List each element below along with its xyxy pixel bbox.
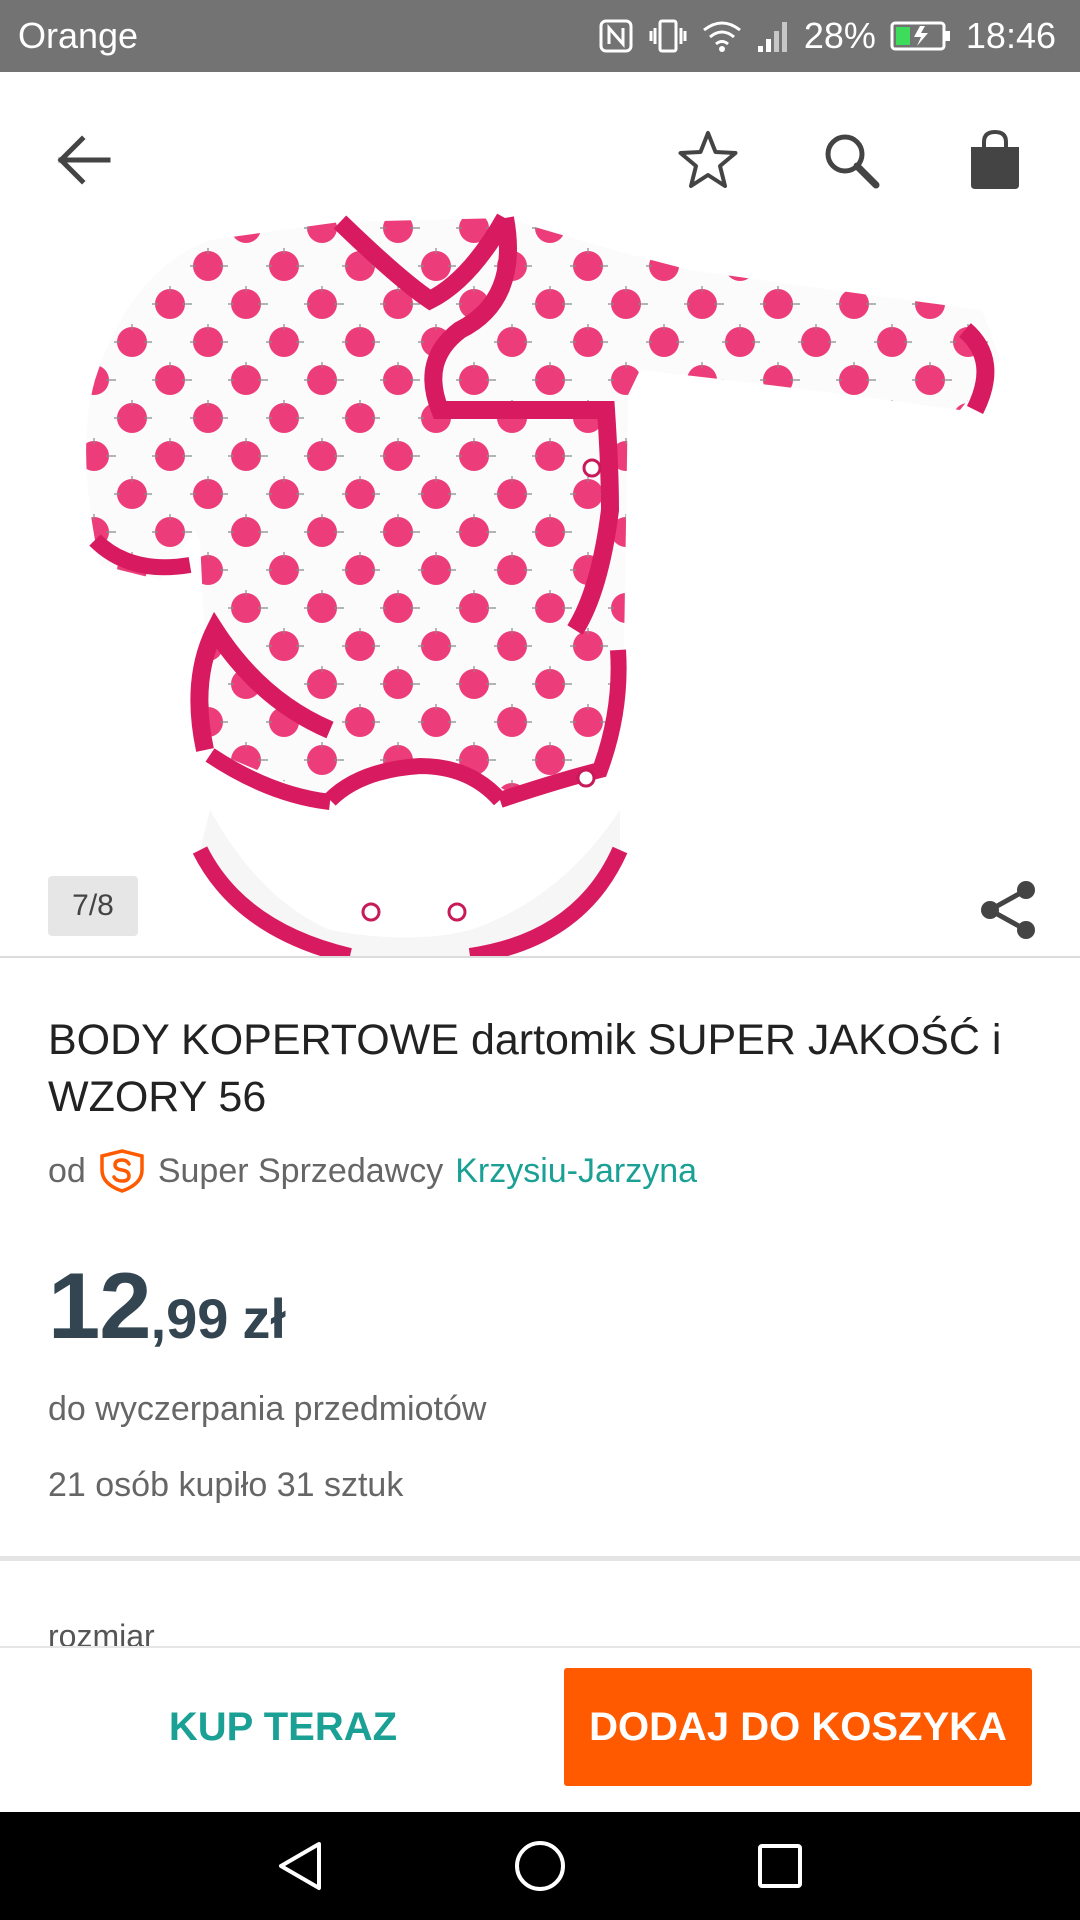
price-currency: zł [242, 1287, 286, 1350]
seller-name-link[interactable]: Krzysiu-Jarzyna [455, 1152, 697, 1191]
wifi-icon [702, 18, 742, 54]
sold-count-text: 21 osób kupiło 31 sztuk [48, 1466, 404, 1504]
bottom-action-bar: KUP TERAZ DODAJ DO KOSZYKA [0, 1646, 1080, 1812]
super-seller-badge-icon [98, 1148, 146, 1194]
size-label: rozmiar [48, 1618, 155, 1646]
star-icon[interactable] [668, 120, 748, 200]
nav-back-icon[interactable] [268, 1834, 332, 1898]
nav-recents-icon[interactable] [748, 1834, 812, 1898]
price-integer: 12 [48, 1253, 152, 1358]
status-icons: 28% 18:46 [598, 15, 1056, 57]
nfc-icon [598, 18, 634, 54]
add-to-cart-button[interactable]: DODAJ DO KOSZYKA [564, 1668, 1032, 1786]
seller-prefix: od [48, 1151, 86, 1190]
back-arrow-icon[interactable] [44, 120, 124, 200]
share-icon[interactable] [976, 878, 1040, 942]
nav-home-icon[interactable] [508, 1834, 572, 1898]
seller-row: od Super Sprzedawcy Krzysiu-Jarzyna [48, 1146, 697, 1196]
gallery-counter: 7/8 [48, 876, 138, 936]
status-bar: Orange 28% 18:46 [0, 0, 1080, 72]
shopping-bag-icon[interactable] [955, 120, 1035, 200]
section-divider [0, 1556, 1080, 1561]
search-icon[interactable] [811, 120, 891, 200]
clock: 18:46 [965, 15, 1056, 56]
vibrate-icon [648, 18, 688, 54]
price: 12 ,99 zł [48, 1252, 286, 1360]
carrier-name: Orange [18, 15, 139, 56]
product-image[interactable] [0, 210, 1080, 956]
price-decimal: ,99 [150, 1287, 229, 1350]
availability-text: do wyczerpania przedmiotów [48, 1390, 487, 1428]
product-title: BODY KOPERTOWE dartomik SUPER JAKOŚĆ i W… [48, 1016, 1002, 1121]
seller-type: Super Sprzedawcy [157, 1151, 444, 1190]
navigation-bar [0, 1812, 1080, 1920]
battery-percent: 28% [803, 15, 876, 56]
battery-icon [890, 20, 952, 52]
buy-now-button[interactable]: KUP TERAZ [48, 1668, 518, 1786]
divider [0, 956, 1080, 958]
signal-icon [756, 18, 790, 54]
